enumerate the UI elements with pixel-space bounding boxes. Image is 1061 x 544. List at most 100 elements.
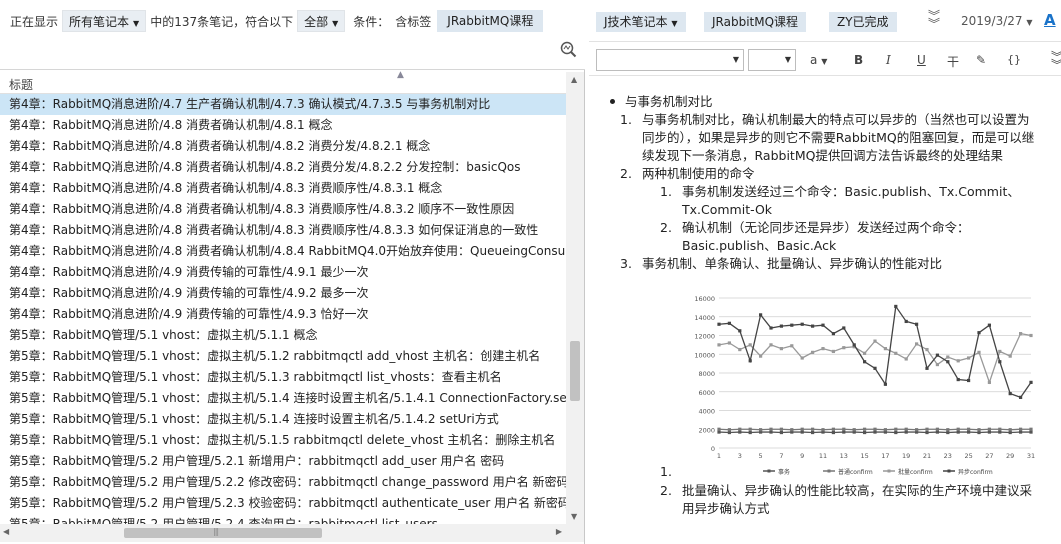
data-point <box>915 322 919 326</box>
tag-chip-course[interactable]: JRabbitMQ课程 <box>704 12 807 32</box>
data-point <box>821 323 825 327</box>
notebook-dropdown[interactable]: J技术笔记本 ▼ <box>596 12 686 32</box>
data-point <box>759 428 763 432</box>
list-item[interactable]: 第4章：RabbitMQ消息进阶/4.8 消费者确认机制/4.8.3 消费顺序性… <box>0 178 568 199</box>
horizontal-scrollbar[interactable]: ◀ ||| ▶ <box>0 524 584 542</box>
chevron-down-icon: ▼ <box>784 55 791 64</box>
note-body[interactable]: 与事务机制对比 1. 与事务机制对比，确认机制最大的特点可以异步的（当然也可以设… <box>589 78 1061 544</box>
data-point <box>831 349 835 354</box>
x-tick-label: 23 <box>944 452 952 460</box>
data-point <box>1019 430 1023 434</box>
bold-button[interactable]: B <box>854 53 863 67</box>
list-item[interactable]: 第5章：RabbitMQ管理/5.1 vhost：虚拟主机/5.1.4 连接时设… <box>0 409 568 430</box>
match-mode-dropdown[interactable]: 全部 ▼ <box>297 10 346 32</box>
list-number: 1. <box>620 112 632 127</box>
y-tick-label: 14000 <box>694 314 715 322</box>
list-item[interactable]: 第5章：RabbitMQ管理/5.1 vhost：虚拟主机/5.1.3 rabb… <box>0 367 568 388</box>
x-tick-label: 31 <box>1027 452 1035 460</box>
list-line: 续发现下一条消息，RabbitMQ提供回调方法告诉最终的处理结果 <box>642 148 1003 163</box>
data-point <box>779 430 783 435</box>
list-item[interactable]: 第4章：RabbitMQ消息进阶/4.7 生产者确认机制/4.7.3 确认模式/… <box>0 94 568 115</box>
double-chevron-down-icon[interactable]: ︾ ︾ <box>928 10 940 30</box>
list-item[interactable]: 第5章：RabbitMQ管理/5.1 vhost：虚拟主机/5.1.4 连接时设… <box>0 388 568 409</box>
title-column-header[interactable]: 标题 <box>9 76 33 93</box>
list-item[interactable]: 第4章：RabbitMQ消息进阶/4.8 消费者确认机制/4.8.4 Rabbi… <box>0 241 568 262</box>
data-point <box>894 351 898 355</box>
highlighter-icon[interactable]: ✎ <box>976 53 986 67</box>
date-dropdown[interactable]: 2019/3/27 ▼ <box>961 14 1033 28</box>
list-item[interactable]: 第4章：RabbitMQ消息进阶/4.8 消费者确认机制/4.8.3 消费顺序性… <box>0 199 568 220</box>
list-item[interactable]: 第4章：RabbitMQ消息进阶/4.9 消费传输的可靠性/4.9.2 最多一次 <box>0 283 568 304</box>
data-point <box>956 359 960 363</box>
list-item[interactable]: 第5章：RabbitMQ管理/5.1 vhost：虚拟主机/5.1.1 概念 <box>0 325 568 346</box>
underline-button[interactable]: U <box>917 53 926 67</box>
font-size-select[interactable]: ▼ <box>748 49 796 71</box>
list-item: 2. 批量确认、异步确认的性能比较高，在实际的生产环境中建议采 用异步确认方式 <box>660 482 1052 518</box>
data-point <box>821 347 825 351</box>
note-editor-panel: J技术笔记本 ▼ JRabbitMQ课程 ZY已完成 ︾ ︾ 2019/3/27 … <box>589 0 1061 544</box>
font-color-button[interactable]: A <box>1044 11 1056 29</box>
scroll-down-icon[interactable]: ▼ <box>571 512 577 521</box>
text-size-label: a <box>810 53 818 67</box>
tag-chip-done[interactable]: ZY已完成 <box>829 12 897 32</box>
italic-button[interactable]: I <box>886 53 891 67</box>
list-header[interactable]: 标题 ▲ <box>0 70 568 94</box>
chevron-down-icon: ▼ <box>332 19 339 28</box>
notebook-scope-dropdown[interactable]: 所有笔记本 ▼ <box>62 10 147 32</box>
data-point <box>863 360 867 364</box>
data-point <box>748 343 752 347</box>
x-tick-label: 1 <box>717 452 721 460</box>
list-item[interactable]: 第4章：RabbitMQ消息进阶/4.8 消费者确认机制/4.8.1 概念 <box>0 115 568 136</box>
data-point <box>894 430 898 435</box>
data-point <box>863 430 867 435</box>
data-point <box>748 359 752 363</box>
data-point <box>873 427 877 431</box>
search-icon[interactable] <box>559 40 577 58</box>
data-point <box>935 362 939 367</box>
data-point <box>935 430 939 434</box>
list-item[interactable]: 第4章：RabbitMQ消息进阶/4.8 消费者确认机制/4.8.3 消费顺序性… <box>0 220 568 241</box>
data-point <box>863 351 867 355</box>
list-item[interactable]: 第4章：RabbitMQ消息进阶/4.8 消费者确认机制/4.8.2 消费分发/… <box>0 157 568 178</box>
list-item: 3. 事务机制、单条确认、批量确认、异步确认的性能对比 <box>620 255 1057 273</box>
scroll-up-icon[interactable]: ▲ <box>571 75 577 84</box>
text-size-button[interactable]: a ▼ <box>810 53 827 67</box>
list-item[interactable]: 第5章：RabbitMQ管理/5.2 用户管理/5.2.2 修改密码：rabbi… <box>0 472 568 493</box>
list-item[interactable]: 第5章：RabbitMQ管理/5.2 用户管理/5.2.4 查询用户：rabbi… <box>0 514 568 524</box>
list-item[interactable]: 第5章：RabbitMQ管理/5.2 用户管理/5.2.3 校验密码：rabbi… <box>0 493 568 514</box>
code-button[interactable]: {} <box>1007 53 1021 66</box>
data-point <box>883 347 887 351</box>
font-family-select[interactable]: ▼ <box>596 49 744 71</box>
data-point <box>946 360 950 364</box>
data-point <box>967 378 971 383</box>
list-item[interactable]: 第5章：RabbitMQ管理/5.1 vhost：虚拟主机/5.1.2 rabb… <box>0 346 568 367</box>
data-point <box>987 323 991 327</box>
data-point <box>748 427 752 431</box>
data-point <box>831 427 835 431</box>
scroll-thumb[interactable] <box>570 341 580 401</box>
data-point <box>998 349 1002 354</box>
scroll-left-icon[interactable]: ◀ <box>3 527 9 536</box>
list-item[interactable]: 第4章：RabbitMQ消息进阶/4.9 消费传输的可靠性/4.9.3 恰好一次 <box>0 304 568 325</box>
data-point <box>759 354 763 358</box>
grip-icon: ||| <box>213 527 219 536</box>
scroll-right-icon[interactable]: ▶ <box>556 527 562 536</box>
list-line: 与事务机制对比，确认机制最大的特点可以异步的（当然也可以设置为 <box>642 112 1030 127</box>
data-point <box>738 427 742 431</box>
scroll-thumb-horizontal[interactable] <box>124 528 322 538</box>
data-point <box>967 430 971 434</box>
list-item[interactable]: 第5章：RabbitMQ管理/5.1 vhost：虚拟主机/5.1.5 rabb… <box>0 430 568 451</box>
data-point <box>946 355 950 359</box>
list-item[interactable]: 第4章：RabbitMQ消息进阶/4.9 消费传输的可靠性/4.9.1 最少一次 <box>0 262 568 283</box>
data-point <box>842 346 846 350</box>
data-point <box>852 343 856 347</box>
list-item[interactable]: 第5章：RabbitMQ管理/5.2 用户管理/5.2.1 新增用户：rabbi… <box>0 451 568 472</box>
list-item[interactable]: 第4章：RabbitMQ消息进阶/4.8 消费者确认机制/4.8.2 消费分发/… <box>0 136 568 157</box>
vertical-scrollbar[interactable]: ▲ ▼ <box>566 72 584 524</box>
strikethrough-button[interactable]: 干 <box>947 53 959 70</box>
sort-arrow-icon: ▲ <box>397 70 404 80</box>
tag-filter-chip[interactable]: JRabbitMQ课程 <box>437 10 544 32</box>
count-text: 中的137条笔记，符合以下 <box>150 14 294 29</box>
more-options-icon[interactable]: ︾︾ <box>1051 51 1061 71</box>
data-point <box>727 341 731 345</box>
